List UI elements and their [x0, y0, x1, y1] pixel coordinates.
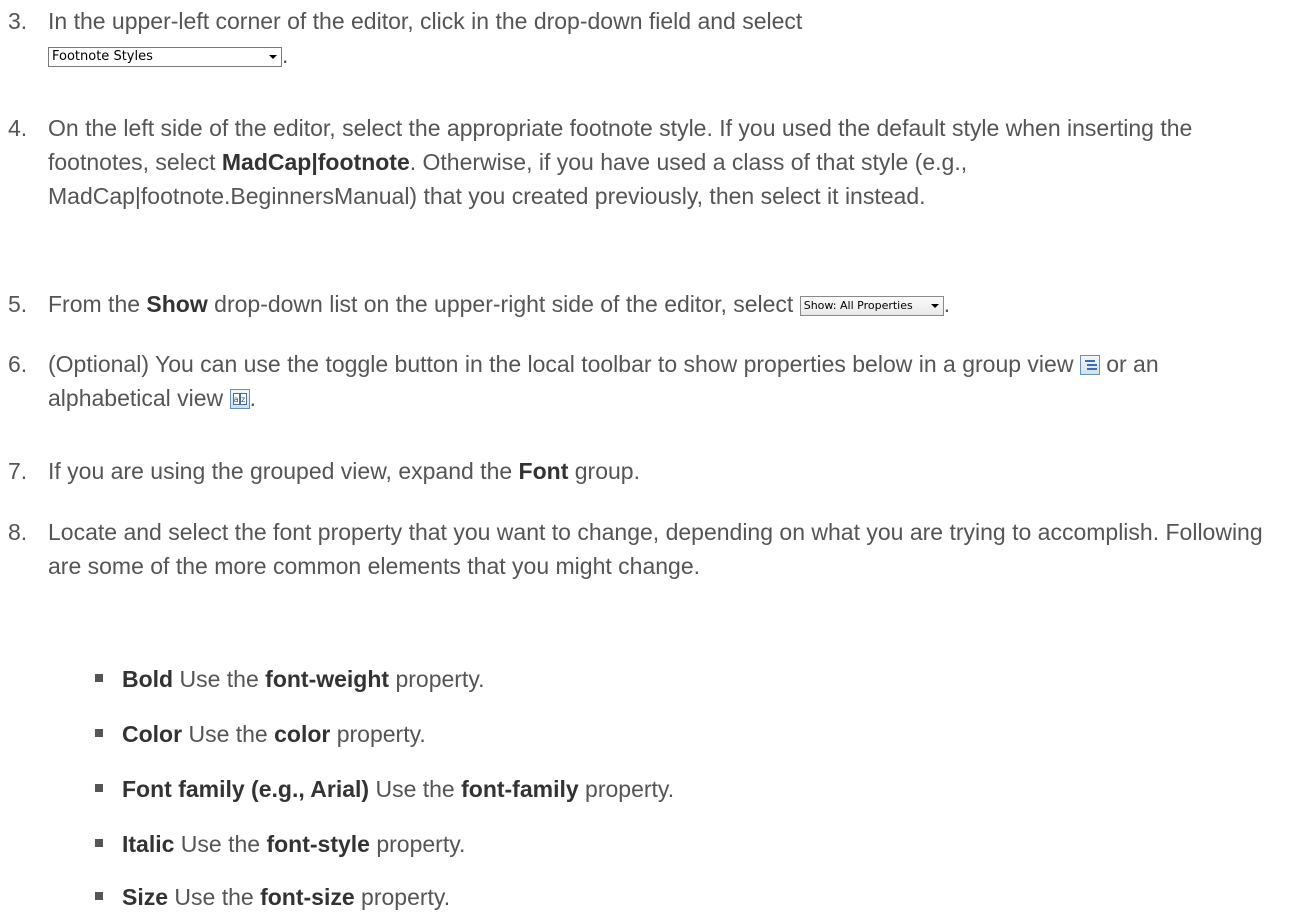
bold-term: MadCap|footnote — [221, 149, 410, 175]
bullet-square-icon — [95, 674, 103, 682]
step-period: . — [249, 385, 256, 411]
bold-term: Font — [518, 458, 569, 484]
step-number: 7. — [8, 458, 28, 484]
property-name: font-size — [260, 884, 355, 910]
list-text: property. — [369, 831, 466, 857]
list-text: property. — [578, 776, 675, 802]
alphabetical-view-icon: a z — [229, 389, 250, 409]
bullet-square-icon — [95, 729, 103, 737]
group-view-icon — [1079, 355, 1100, 375]
list-item: Bold Use the font-weight property. — [95, 662, 1195, 696]
list-text: property. — [330, 721, 426, 747]
step-text: In the upper-left corner of the editor, … — [48, 8, 803, 34]
property-name: font-style — [266, 831, 370, 857]
step-3: 3. In the upper-left corner of the edito… — [8, 4, 1283, 72]
step-8: 8. Locate and select the font property t… — [8, 515, 1283, 583]
chevron-down-icon — [930, 303, 939, 308]
property-name: color — [274, 721, 331, 747]
step-text: drop-down list on the upper-right side o… — [207, 291, 800, 317]
instructions-page: 3. In the upper-left corner of the edito… — [0, 0, 1293, 920]
list-text: property. — [389, 666, 485, 692]
step-4: 4. On the left side of the editor, selec… — [8, 111, 1283, 213]
step-text: Locate and select the font property that… — [48, 519, 1263, 579]
footnote-styles-dropdown-image: Footnote Styles — [48, 46, 282, 67]
bold-term: Italic — [122, 831, 175, 857]
step-number: 6. — [8, 351, 28, 377]
bold-term: Size — [122, 884, 169, 910]
chevron-down-icon — [269, 54, 277, 59]
step-text: (Optional) You can use the toggle button… — [48, 351, 1080, 377]
step-text: If you are using the grouped view, expan… — [48, 458, 519, 484]
property-name: font-family — [461, 776, 579, 802]
bullet-square-icon — [95, 892, 103, 900]
bullet-square-icon — [95, 784, 103, 792]
list-text: Use the — [173, 666, 266, 692]
list-item: Font family (e.g., Arial) Use the font-f… — [95, 772, 1195, 806]
step-period: . — [943, 291, 951, 317]
list-item: Italic Use the font-style property. — [95, 827, 1195, 861]
list-item: Size Use the font-size property. — [95, 880, 1195, 914]
dropdown-label: Footnote Styles — [52, 48, 153, 64]
step-number: 4. — [8, 115, 28, 141]
list-text: Use the — [182, 721, 275, 747]
dropdown-label: Show: All Properties — [803, 298, 913, 312]
list-text: Use the — [369, 776, 462, 802]
bold-term: Color — [122, 721, 183, 747]
bold-term: Show — [146, 291, 208, 317]
property-name: font-weight — [265, 666, 390, 692]
step-text: group. — [568, 458, 640, 484]
step-number: 5. — [8, 291, 28, 317]
step-5: 5. From the Show drop-down list on the u… — [8, 287, 1283, 321]
step-7: 7. If you are using the grouped view, ex… — [8, 454, 1283, 488]
step-number: 8. — [8, 519, 28, 545]
list-text: property. — [354, 884, 451, 910]
list-text: Use the — [174, 831, 267, 857]
list-item: Color Use the color property. — [95, 717, 1195, 751]
bold-term: Font family (e.g., Arial) — [122, 776, 370, 802]
step-number: 3. — [8, 8, 28, 34]
bullet-square-icon — [95, 839, 103, 847]
bold-term: Bold — [122, 666, 174, 692]
step-period: . — [282, 42, 289, 68]
step-text: From the — [48, 291, 147, 317]
show-all-properties-dropdown-image: Show: All Properties — [799, 295, 944, 316]
list-text: Use the — [168, 884, 261, 910]
step-6: 6. (Optional) You can use the toggle but… — [8, 347, 1283, 415]
